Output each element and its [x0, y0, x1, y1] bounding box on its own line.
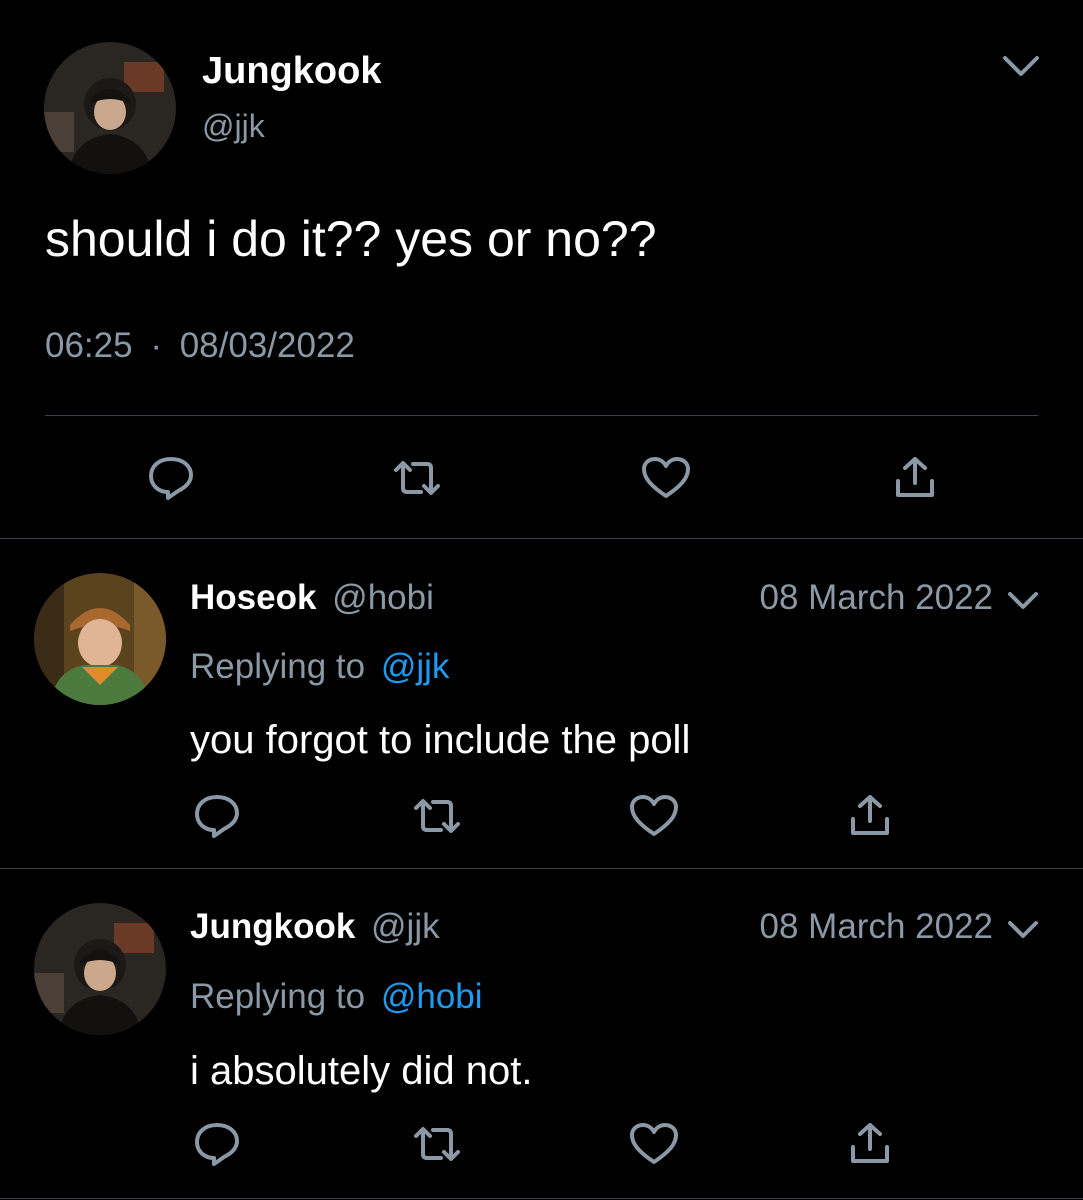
- replying-to: Replying to @jjk: [190, 647, 449, 687]
- reply-text: i absolutely did not.: [190, 1049, 533, 1093]
- reply-header: Jungkook @jjk: [190, 907, 440, 947]
- like-icon[interactable]: [641, 456, 691, 500]
- display-name[interactable]: Jungkook: [202, 50, 381, 93]
- chevron-down-icon[interactable]: [1006, 917, 1040, 941]
- reply-date[interactable]: 08 March 2022: [760, 578, 993, 618]
- display-name[interactable]: Jungkook: [190, 907, 355, 946]
- reply-icon[interactable]: [193, 793, 241, 839]
- replying-prefix: Replying to: [190, 977, 366, 1016]
- chevron-down-icon[interactable]: [1000, 50, 1042, 80]
- reply-icon[interactable]: [193, 1121, 241, 1167]
- replying-prefix: Replying to: [190, 647, 366, 686]
- replying-to: Replying to @hobi: [190, 977, 483, 1017]
- like-icon[interactable]: [629, 794, 679, 838]
- divider: [0, 538, 1083, 539]
- retweet-icon[interactable]: [391, 458, 443, 498]
- divider: [0, 1198, 1083, 1199]
- avatar[interactable]: [34, 573, 166, 705]
- display-name[interactable]: Hoseok: [190, 578, 316, 617]
- divider: [45, 415, 1038, 416]
- share-icon[interactable]: [848, 793, 892, 837]
- handle[interactable]: @jjk: [202, 108, 265, 145]
- share-icon[interactable]: [848, 1121, 892, 1165]
- handle[interactable]: @jjk: [371, 907, 440, 946]
- chevron-down-icon[interactable]: [1006, 588, 1040, 612]
- retweet-icon[interactable]: [411, 796, 463, 836]
- reply-header: Hoseok @hobi: [190, 578, 434, 618]
- tweet-time: 06:25: [45, 326, 133, 365]
- divider: [0, 868, 1083, 869]
- like-icon[interactable]: [629, 1122, 679, 1166]
- retweet-icon[interactable]: [411, 1124, 463, 1164]
- tweet-date: 08/03/2022: [179, 326, 355, 365]
- tweet-text: should i do it?? yes or no??: [45, 211, 657, 267]
- reply-text: you forgot to include the poll: [190, 718, 691, 762]
- avatar[interactable]: [34, 903, 166, 1035]
- share-icon[interactable]: [893, 455, 937, 499]
- reply-icon[interactable]: [147, 455, 195, 501]
- replying-handle-link[interactable]: @hobi: [381, 977, 483, 1016]
- replying-handle-link[interactable]: @jjk: [381, 647, 450, 686]
- separator-dot: ·: [150, 326, 162, 365]
- reply-date[interactable]: 08 March 2022: [760, 907, 993, 947]
- avatar[interactable]: [44, 42, 176, 174]
- tweet-timestamp[interactable]: 06:25 · 08/03/2022: [45, 326, 355, 366]
- handle[interactable]: @hobi: [332, 578, 434, 617]
